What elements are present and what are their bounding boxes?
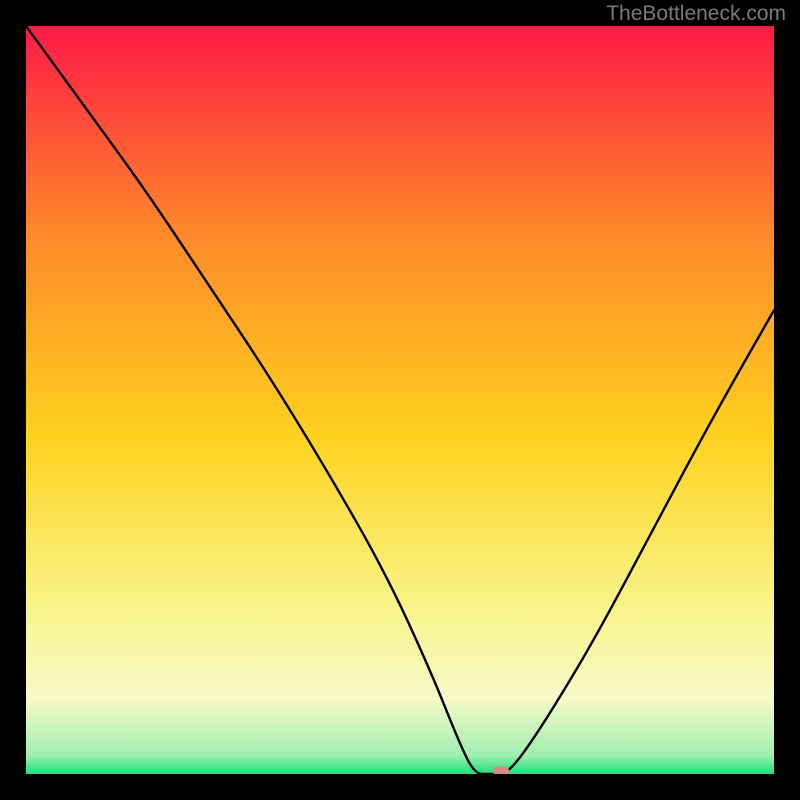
bottleneck-chart — [26, 26, 774, 774]
gradient-background — [26, 26, 774, 774]
chart-plot-area — [26, 26, 774, 774]
watermark-text: TheBottleneck.com — [606, 2, 786, 26]
optimal-marker — [493, 767, 509, 775]
